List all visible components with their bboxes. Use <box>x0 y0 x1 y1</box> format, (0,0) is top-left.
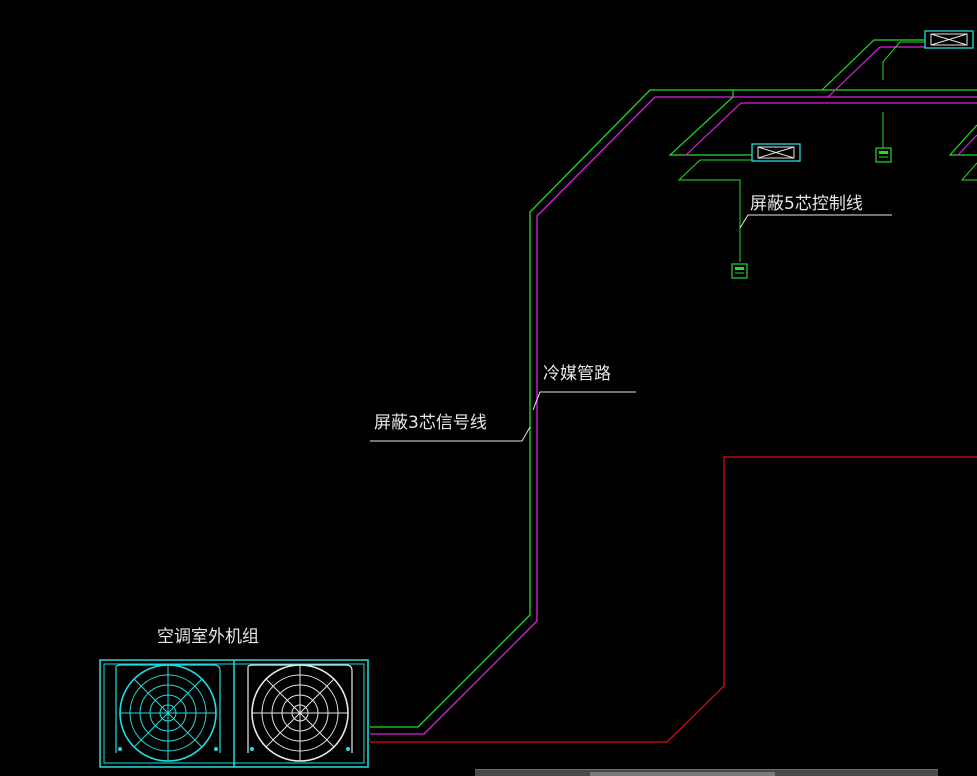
refrigerant-pipe-label: 冷媒管路 <box>543 364 611 384</box>
outdoor-unit[interactable] <box>99 659 369 768</box>
fan-icon <box>247 664 353 762</box>
scrollbar-thumb[interactable] <box>590 772 775 776</box>
indoor-unit-icon[interactable] <box>924 30 974 49</box>
control-cable-branch-right <box>960 162 977 181</box>
wired-controller-icon[interactable] <box>731 263 748 279</box>
signal-cable-branch-mid <box>685 102 977 156</box>
horizontal-scrollbar[interactable] <box>475 769 938 776</box>
wired-controller-icon[interactable] <box>875 147 892 163</box>
control-cable-label: 屏蔽5芯控制线 <box>750 194 863 214</box>
signal-cable-label: 屏蔽3芯信号线 <box>374 413 487 433</box>
fan-icon <box>115 664 221 762</box>
indoor-unit-icon[interactable] <box>751 143 801 162</box>
control-cable-branch-upper <box>882 41 925 80</box>
outdoor-unit-label: 空调室外机组 <box>157 627 259 647</box>
refrigerant-pipe-main <box>370 89 977 728</box>
cad-drawing-canvas[interactable]: 屏蔽5芯控制线 冷媒管路 屏蔽3芯信号线 空调室外机组 <box>0 0 977 776</box>
boundary-line <box>370 456 977 743</box>
signal-cable-branch-right <box>957 134 977 156</box>
refrigerant-pipe-branch-mid <box>668 90 752 156</box>
leader-control-cable <box>739 214 892 229</box>
leader-refrigerant-pipe <box>532 391 636 411</box>
control-cable-branch-mid <box>677 159 752 262</box>
